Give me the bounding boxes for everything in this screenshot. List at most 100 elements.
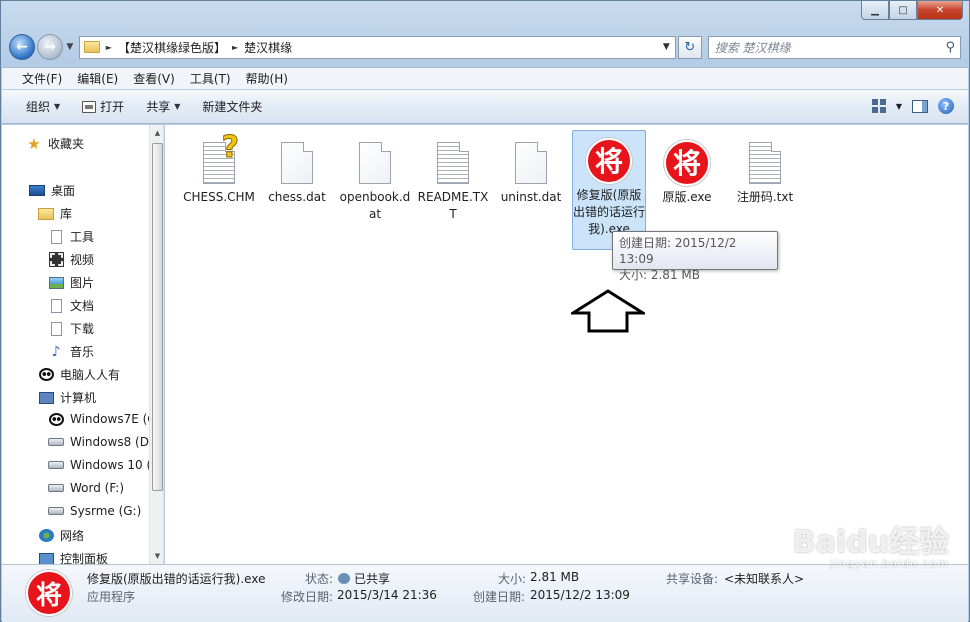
chevron-down-icon: ▼ <box>174 102 181 111</box>
nav-scrollbar[interactable]: ▲ ▼ <box>149 125 163 564</box>
file-name: CHESS.CHM <box>183 190 255 204</box>
search-icon[interactable]: ⚲ <box>945 40 955 55</box>
preview-pane-icon[interactable] <box>912 99 928 113</box>
maximize-button[interactable]: □ <box>889 1 917 20</box>
address-dropdown-icon[interactable]: ▼ <box>656 42 675 52</box>
text-file-icon <box>429 139 477 187</box>
star-icon: ★ <box>27 134 41 153</box>
file-name: README.TXT <box>417 190 489 221</box>
tree-computer[interactable]: 计算机 <box>38 389 96 406</box>
share-label: 共享 <box>146 100 171 114</box>
close-button[interactable]: ✕ <box>917 1 963 20</box>
details-type: 应用程序 <box>87 590 136 604</box>
file-name: 原版.exe <box>662 190 712 204</box>
tree-control-panel[interactable]: 控制面板 <box>38 550 108 564</box>
tree-network[interactable]: 网络 <box>38 527 84 544</box>
scroll-down-icon[interactable]: ▼ <box>150 548 163 564</box>
baidu-watermark: Baidu经验 jingyan.baidu.com <box>793 517 949 570</box>
new-folder-button[interactable]: 新建文件夹 <box>202 98 262 115</box>
menu-help[interactable]: 帮助(H) <box>246 70 288 87</box>
tree-music[interactable]: ♪ 音乐 <box>48 343 94 360</box>
tree-label: 视频 <box>70 253 95 267</box>
drive-icon <box>48 484 64 492</box>
control-panel-icon <box>38 552 54 564</box>
tree-drive-g[interactable]: Sysrme (G:) <box>48 504 141 518</box>
file-item[interactable]: openbook.dat <box>338 133 412 223</box>
jiang-exe-icon: 将 <box>585 137 633 185</box>
blank-file-icon <box>351 139 399 187</box>
menu-edit[interactable]: 编辑(E) <box>77 70 118 87</box>
tree-renren[interactable]: 电脑人人有 <box>38 366 120 383</box>
tree-label: Windows8 (D <box>70 435 149 449</box>
scroll-up-icon[interactable]: ▲ <box>150 125 163 141</box>
tree-drive-c[interactable]: Windows7E (C <box>48 412 156 426</box>
download-icon <box>50 321 62 336</box>
open-button[interactable]: 打开 <box>82 98 124 115</box>
tree-video[interactable]: 视频 <box>48 251 94 268</box>
tree-library[interactable]: 库 <box>38 205 72 222</box>
tree-tools[interactable]: 工具 <box>48 228 94 245</box>
refresh-button[interactable]: ↻ <box>677 35 702 59</box>
menu-tools[interactable]: 工具(T) <box>190 70 231 87</box>
video-icon <box>48 252 64 267</box>
tree-label: 图片 <box>70 276 95 290</box>
tree-drive-d[interactable]: Windows8 (D <box>48 435 149 449</box>
file-item[interactable]: README.TXT <box>416 133 490 223</box>
tree-favorites[interactable]: ★ 收藏夹 <box>26 134 84 153</box>
details-modified-value: 2015/3/14 21:36 <box>337 588 437 602</box>
drive-icon <box>48 461 64 469</box>
breadcrumb-separator-icon[interactable]: ► <box>232 43 238 52</box>
text-file-icon <box>741 139 789 187</box>
tree-documents[interactable]: 文档 <box>48 297 94 314</box>
tree-label: 网络 <box>60 529 85 543</box>
tree-desktop[interactable]: 桌面 <box>29 182 75 199</box>
tree-label: Sysrme (G:) <box>70 504 142 518</box>
jiang-exe-icon: 将 <box>26 570 72 616</box>
navigation-pane: ★ 收藏夹 桌面 库 工具 视频 图片 文档 下载 ♪ 音乐 电脑人人有 计算机… <box>2 125 164 564</box>
recent-pages-dropdown[interactable]: ▼ <box>63 42 77 52</box>
organize-label: 组织 <box>26 100 51 114</box>
change-view-icon[interactable] <box>871 99 886 113</box>
file-item[interactable]: 将 原版.exe <box>650 133 724 206</box>
pictures-icon <box>48 276 64 289</box>
file-item[interactable]: ? CHESS.CHM <box>182 132 256 206</box>
tree-downloads[interactable]: 下载 <box>48 320 94 337</box>
open-icon <box>82 100 97 113</box>
breadcrumb-parent[interactable]: 【楚汉棋缘绿色版】 <box>118 39 226 56</box>
file-name: uninst.dat <box>500 190 562 204</box>
details-status-label: 状态: <box>305 572 334 586</box>
back-button[interactable]: ← <box>9 34 35 60</box>
tree-label: 音乐 <box>70 345 95 359</box>
tree-drive-e[interactable]: Windows 10 ( <box>48 458 151 472</box>
scroll-thumb[interactable] <box>152 143 163 491</box>
share-button[interactable]: 共享 ▼ <box>146 98 180 115</box>
breadcrumb-separator-icon[interactable]: ► <box>106 43 112 52</box>
breadcrumb-current[interactable]: 楚汉棋缘 <box>244 39 292 56</box>
minimize-button[interactable]: ▁ <box>861 1 889 20</box>
details-status-value: 已共享 <box>338 570 390 587</box>
tree-drive-f[interactable]: Word (F:) <box>48 481 124 495</box>
file-item[interactable]: uninst.dat <box>494 133 568 206</box>
forward-button[interactable]: → <box>36 34 63 60</box>
view-dropdown-icon[interactable]: ▼ <box>896 102 902 111</box>
tree-label: Word (F:) <box>70 481 125 495</box>
jiang-exe-icon: 将 <box>663 139 711 187</box>
search-input[interactable]: 搜索 楚汉棋缘 ⚲ <box>707 35 961 59</box>
menu-view[interactable]: 查看(V) <box>133 70 175 87</box>
tree-label: 文档 <box>70 299 95 313</box>
organize-button[interactable]: 组织 ▼ <box>26 98 60 115</box>
details-created-label: 创建日期: <box>473 590 526 604</box>
file-item[interactable]: 注册码.txt <box>728 133 802 206</box>
new-folder-label: 新建文件夹 <box>202 100 263 114</box>
tree-label: 工具 <box>70 230 95 244</box>
help-icon[interactable]: ? <box>938 98 954 114</box>
computer-icon <box>38 391 54 404</box>
address-bar[interactable]: ► 【楚汉棋缘绿色版】 ► 楚汉棋缘 ▼ <box>78 35 676 59</box>
file-list: ? CHESS.CHM chess.dat openbook.dat READM… <box>165 125 968 564</box>
menu-file[interactable]: 文件(F) <box>22 70 62 87</box>
tooltip-size: 大小: 2.81 MB <box>619 268 700 282</box>
tree-pictures[interactable]: 图片 <box>48 274 94 291</box>
shared-users-icon <box>338 573 350 584</box>
library-icon <box>38 207 54 220</box>
file-item[interactable]: chess.dat <box>260 133 334 206</box>
